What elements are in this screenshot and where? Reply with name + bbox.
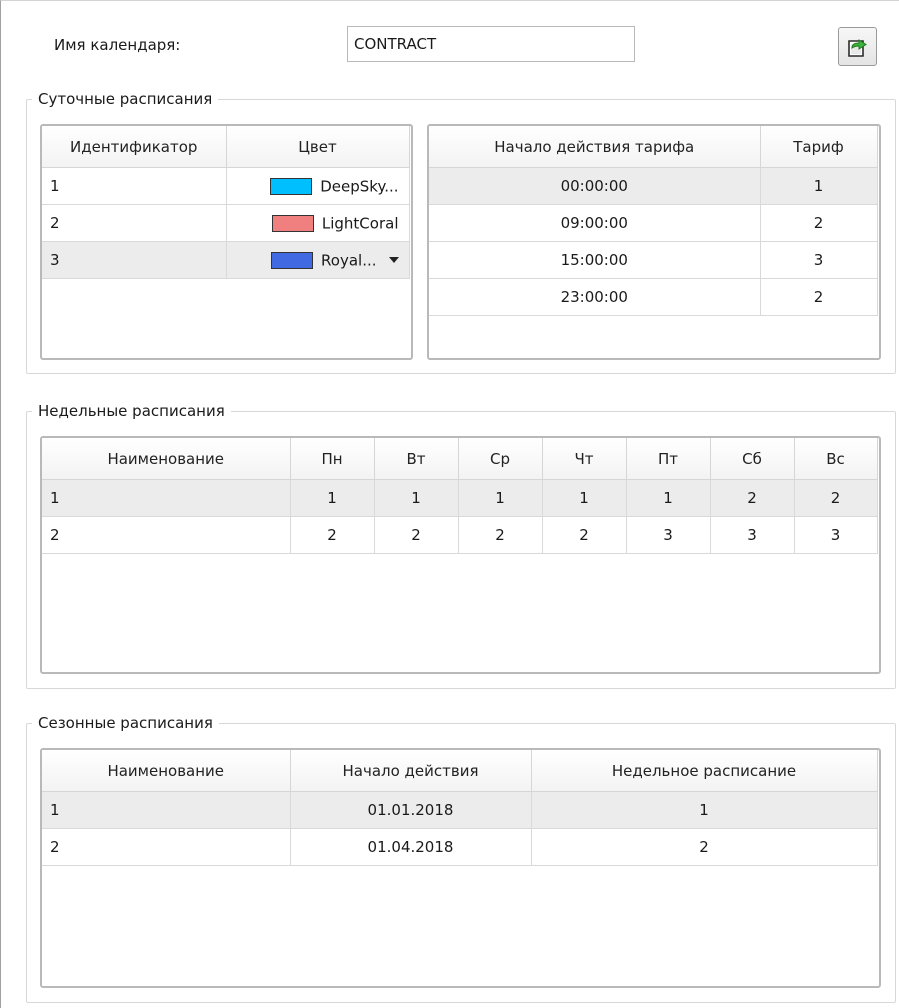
profile-id-cell: 2 bbox=[42, 204, 227, 242]
table-row-selected[interactable]: 3 Royal... bbox=[42, 241, 410, 279]
column-header-color[interactable]: Цвет bbox=[226, 126, 410, 168]
day-cell: 2 bbox=[794, 479, 878, 517]
column-header-tariff-start[interactable]: Начало действия тарифа bbox=[429, 126, 761, 168]
day-cell: 2 bbox=[290, 516, 375, 554]
season-week-cell: 2 bbox=[531, 828, 878, 866]
table-row[interactable]: 2 2 2 2 2 3 3 3 bbox=[42, 516, 878, 554]
day-cell: 1 bbox=[374, 479, 459, 517]
column-header-sun[interactable]: Вс bbox=[794, 438, 878, 480]
column-header-id[interactable]: Идентификатор bbox=[42, 126, 227, 168]
table-row[interactable]: 2 LightCoral bbox=[42, 204, 410, 242]
color-name: DeepSky... bbox=[320, 177, 399, 196]
day-cell: 1 bbox=[542, 479, 627, 517]
day-cell: 1 bbox=[458, 479, 543, 517]
seasonal-schedules-title: Сезонные расписания bbox=[32, 713, 219, 733]
profile-color-dropdown[interactable]: Royal... bbox=[226, 241, 410, 279]
export-icon bbox=[847, 38, 867, 57]
profile-color-cell[interactable]: LightCoral bbox=[226, 204, 410, 242]
column-header-tue[interactable]: Вт bbox=[374, 438, 459, 480]
day-cell: 3 bbox=[794, 516, 878, 554]
day-cell: 3 bbox=[626, 516, 711, 554]
season-start-cell: 01.04.2018 bbox=[290, 828, 532, 866]
column-header-week-schedule[interactable]: Недельное расписание bbox=[531, 750, 878, 792]
weekly-schedules-title: Недельные расписания bbox=[32, 401, 231, 421]
day-cell: 1 bbox=[290, 479, 375, 517]
calendar-name-input[interactable] bbox=[347, 26, 635, 62]
color-swatch bbox=[271, 251, 314, 269]
table-row[interactable]: 00:00:00 1 bbox=[429, 167, 878, 205]
week-name-cell: 1 bbox=[42, 479, 291, 517]
column-header-tariff[interactable]: Тариф bbox=[760, 126, 878, 168]
season-start-cell: 01.01.2018 bbox=[290, 791, 532, 829]
weekly-schedules-grid[interactable]: Наименование Пн Вт Ср Чт Пт Сб Вс 1 1 1 … bbox=[40, 436, 881, 674]
day-cell: 2 bbox=[374, 516, 459, 554]
tariff-cell: 1 bbox=[760, 167, 878, 205]
day-cell: 1 bbox=[626, 479, 711, 517]
season-name-cell: 1 bbox=[42, 791, 291, 829]
column-header-name[interactable]: Наименование bbox=[42, 750, 291, 792]
profile-id-cell: 3 bbox=[42, 241, 227, 279]
table-row-selected[interactable]: 1 1 1 1 1 1 2 2 bbox=[42, 479, 878, 517]
tariff-cell: 2 bbox=[760, 278, 878, 316]
week-name-cell: 2 bbox=[42, 516, 291, 554]
color-name: Royal... bbox=[321, 251, 377, 270]
table-row[interactable]: 2 01.04.2018 2 bbox=[42, 828, 878, 866]
column-header-season-start[interactable]: Начало действия bbox=[290, 750, 532, 792]
table-row-selected[interactable]: 1 01.01.2018 1 bbox=[42, 791, 878, 829]
color-swatch bbox=[271, 214, 314, 232]
tariff-start-cell: 09:00:00 bbox=[429, 204, 761, 242]
tariff-cell: 3 bbox=[760, 241, 878, 279]
tariff-cell: 2 bbox=[760, 204, 878, 242]
color-swatch bbox=[270, 177, 313, 195]
table-row[interactable]: 09:00:00 2 bbox=[429, 204, 878, 242]
seasonal-schedules-grid[interactable]: Наименование Начало действия Недельное р… bbox=[40, 748, 881, 988]
column-header-name[interactable]: Наименование bbox=[42, 438, 291, 480]
calendar-name-label: Имя календаря: bbox=[54, 36, 181, 54]
day-cell: 2 bbox=[710, 479, 795, 517]
calendar-editor-panel: Имя календаря: Суточные расписания Идент… bbox=[0, 0, 899, 1008]
dropdown-arrow-icon[interactable] bbox=[388, 257, 399, 264]
day-cell: 2 bbox=[542, 516, 627, 554]
season-name-cell: 2 bbox=[42, 828, 291, 866]
table-row[interactable]: 23:00:00 2 bbox=[429, 278, 878, 316]
day-cell: 2 bbox=[458, 516, 543, 554]
column-header-mon[interactable]: Пн bbox=[290, 438, 375, 480]
profile-color-cell[interactable]: DeepSky... bbox=[226, 167, 410, 205]
column-header-thu[interactable]: Чт bbox=[542, 438, 627, 480]
day-cell: 3 bbox=[710, 516, 795, 554]
tariffs-grid[interactable]: Начало действия тарифа Тариф 00:00:00 1 … bbox=[427, 124, 881, 360]
tariff-start-cell: 15:00:00 bbox=[429, 241, 761, 279]
tariff-start-cell: 00:00:00 bbox=[429, 167, 761, 205]
column-header-wed[interactable]: Ср bbox=[458, 438, 543, 480]
daily-schedules-title: Суточные расписания bbox=[32, 89, 219, 109]
color-name: LightCoral bbox=[321, 214, 399, 233]
tariff-start-cell: 23:00:00 bbox=[429, 278, 761, 316]
profile-id-cell: 1 bbox=[42, 167, 227, 205]
export-button[interactable] bbox=[838, 27, 877, 66]
column-header-sat[interactable]: Сб bbox=[710, 438, 795, 480]
table-row[interactable]: 1 DeepSky... bbox=[42, 167, 410, 205]
day-profiles-grid[interactable]: Идентификатор Цвет 1 DeepSky... 2 LightC… bbox=[40, 124, 413, 360]
season-week-cell: 1 bbox=[531, 791, 878, 829]
column-header-fri[interactable]: Пт bbox=[626, 438, 711, 480]
table-row[interactable]: 15:00:00 3 bbox=[429, 241, 878, 279]
